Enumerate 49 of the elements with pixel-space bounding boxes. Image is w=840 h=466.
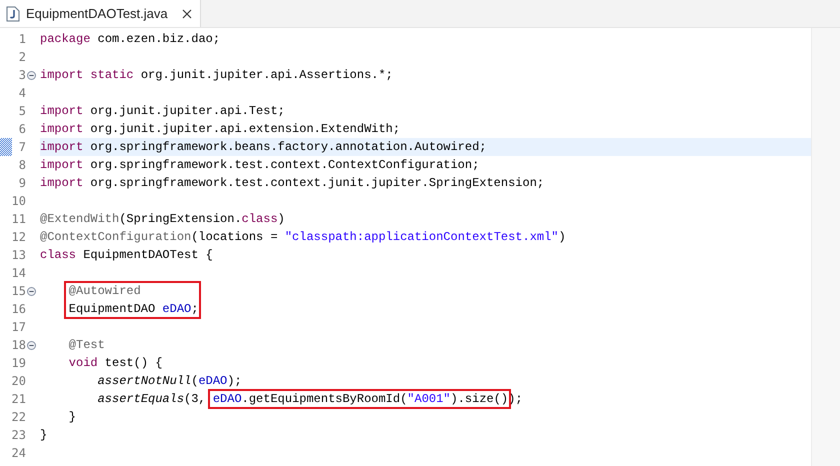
line-number: 16 [12,302,26,316]
line-number: 24 [12,446,26,460]
code-line: import org.springframework.test.context.junit.jupiter.SpringExtension; [40,176,544,190]
code-line: @ContextConfiguration(locations = "classpath:applicationContextTest.xml") [40,230,566,244]
line-number: 2 [18,50,26,64]
close-icon[interactable] [182,8,192,18]
line-number: 15 [12,284,26,298]
code-line: } [40,428,48,442]
line-number: 1 [18,32,26,46]
line-number: 7 [18,140,26,154]
line-number: 13 [12,248,26,262]
line-number: 19 [12,356,26,370]
code-line: import org.springframework.beans.factory.annotation.Autowired; [40,140,486,154]
collapse-icon[interactable] [27,340,36,350]
line-number: 4 [18,86,26,100]
line-number: 14 [12,266,26,280]
line-number: 21 [12,392,26,406]
code-line: void test() { [68,356,162,370]
code-line: class EquipmentDAOTest { [40,248,213,262]
code-line: assertEquals(3, eDAO.getEquipmentsByRoomId("A001").size()); [98,392,523,406]
line-number: 12 [12,230,26,244]
line-number: 11 [12,212,26,226]
code-line: @Autowired [68,284,141,298]
line-number: 10 [12,194,26,208]
line-number: 23 [12,428,26,442]
line-number: 22 [12,410,26,424]
code-line: @ExtendWith(SpringExtension.class) [40,212,285,226]
collapse-icon[interactable] [27,70,36,80]
line-number: 6 [18,122,26,136]
line-number: 5 [18,104,26,118]
code-line: EquipmentDAO eDAO; [68,302,198,316]
code-line: assertNotNull(eDAO); [98,374,242,388]
line-number: 17 [12,320,26,334]
code-line: import org.junit.jupiter.api.extension.ExtendWith; [40,122,400,136]
line-number: 9 [18,176,26,190]
java-file-icon [6,6,20,22]
line-number: 18 [12,338,26,352]
editor-tab[interactable]: EquipmentDAOTest.java [0,0,201,27]
line-number: 3 [18,68,26,82]
code-line: package com.ezen.biz.dao; [40,32,220,46]
code-line: @Test [68,338,105,352]
collapse-icon[interactable] [27,286,36,296]
code-line: import static org.junit.jupiter.api.Assertions.*; [40,68,393,82]
line-number: 8 [18,158,26,172]
tab-title: EquipmentDAOTest.java [26,6,168,21]
code-line: import org.springframework.test.context.ContextConfiguration; [40,158,480,172]
line-number: 20 [12,374,26,388]
code-line: import org.junit.jupiter.api.Test; [40,104,285,118]
code-line: } [68,410,76,424]
